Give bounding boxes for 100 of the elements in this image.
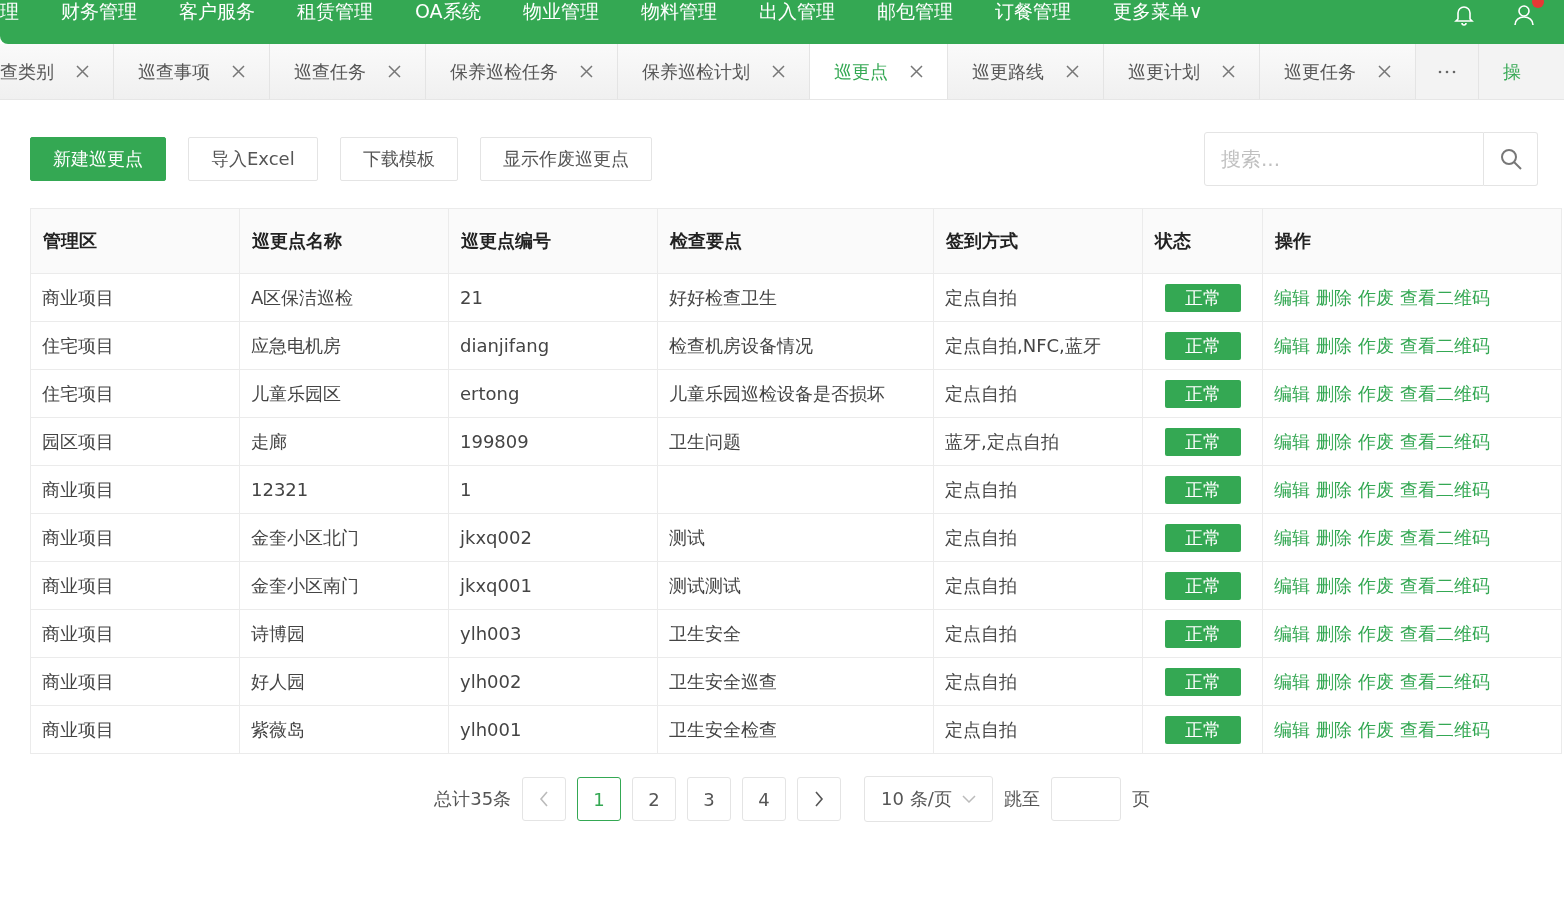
table-cell: 卫生安全检查 [657,705,934,754]
tab[interactable]: 保养巡检计划 [618,44,810,99]
menu-item[interactable]: 物料管理 [618,0,737,22]
action-link[interactable]: 查看二维码 [1400,333,1490,358]
table-cell: 儿童乐园区 [239,369,449,418]
menu-item[interactable]: 邮包管理 [854,0,973,22]
page-button[interactable]: 4 [742,777,787,821]
action-link[interactable]: 查看二维码 [1400,525,1490,550]
menu-item[interactable]: 财务管理 [39,0,157,22]
action-link[interactable]: 作废 [1358,285,1394,310]
tab[interactable]: 巡更任务 [1260,44,1416,99]
action-link[interactable]: 编辑 [1274,525,1310,550]
status-badge: 正常 [1164,619,1241,648]
menu-item[interactable]: 理 [0,0,39,22]
menu-item[interactable]: 更多菜单∨ [1090,0,1223,22]
total-count: 总计35条 [434,787,512,811]
action-link[interactable]: 作废 [1358,525,1394,550]
menu-item[interactable]: 租赁管理 [275,0,393,22]
search-field[interactable]: 搜索... [1204,132,1484,186]
bell-icon[interactable] [1454,4,1474,26]
action-link[interactable]: 查看二维码 [1400,717,1490,742]
action-link[interactable]: 作废 [1358,573,1394,598]
toolbar-button[interactable]: 下载模板 [339,137,458,181]
action-link[interactable]: 删除 [1316,333,1352,358]
action-link[interactable]: 删除 [1316,669,1352,694]
action-link[interactable]: 作废 [1358,669,1394,694]
action-link[interactable]: 删除 [1316,621,1352,646]
menu-item[interactable]: 客户服务 [157,0,275,22]
action-link[interactable]: 作废 [1358,621,1394,646]
tab[interactable]: 巡更计划 [1104,44,1260,99]
close-icon[interactable] [910,65,923,78]
page-button[interactable]: 1 [577,777,622,821]
action-link[interactable]: 查看二维码 [1400,381,1490,406]
action-link[interactable]: 查看二维码 [1400,573,1490,598]
close-icon[interactable] [1222,65,1235,78]
action-link[interactable]: 作废 [1358,717,1394,742]
close-icon[interactable] [580,65,593,78]
tab[interactable]: 操 [1503,59,1521,84]
action-link[interactable]: 编辑 [1274,621,1310,646]
tab[interactable]: 查类别 [0,44,114,99]
close-icon[interactable] [772,65,785,78]
tab[interactable]: 巡更点 [810,44,948,99]
search-button[interactable] [1484,132,1538,186]
column-header: 管理区 [30,208,240,274]
action-link[interactable]: 编辑 [1274,285,1310,310]
close-icon[interactable] [1378,65,1391,78]
action-link[interactable]: 查看二维码 [1400,429,1490,454]
table-cell: 商业项目 [30,657,240,706]
close-icon[interactable] [1066,65,1079,78]
action-link[interactable]: 删除 [1316,477,1352,502]
tab[interactable]: 巡更路线 [948,44,1104,99]
page-jump-field[interactable] [1050,777,1121,821]
user-icon[interactable] [1514,4,1534,26]
close-icon[interactable] [388,65,401,78]
toolbar-button[interactable]: 新建巡更点 [30,137,166,181]
action-link[interactable]: 编辑 [1274,717,1310,742]
status-badge: 正常 [1164,715,1241,744]
close-icon[interactable] [232,65,245,78]
action-link[interactable]: 删除 [1316,381,1352,406]
action-link[interactable]: 作废 [1358,381,1394,406]
action-link[interactable]: 编辑 [1274,573,1310,598]
menu-item[interactable]: 物业管理 [500,0,619,22]
tab[interactable]: 保养巡检任务 [426,44,618,99]
status-badge: 正常 [1164,571,1241,600]
menu-item[interactable]: 订餐管理 [972,0,1091,22]
page-button[interactable]: 3 [687,777,732,821]
tab[interactable]: 巡查事项 [114,44,270,99]
action-link[interactable]: 查看二维码 [1400,621,1490,646]
action-link[interactable]: 编辑 [1274,429,1310,454]
action-link[interactable]: 删除 [1316,285,1352,310]
action-link[interactable]: 作废 [1358,429,1394,454]
table-cell: 好人园 [239,657,449,706]
action-link[interactable]: 删除 [1316,429,1352,454]
action-link[interactable]: 作废 [1358,477,1394,502]
menu-item[interactable]: 出入管理 [736,0,855,22]
menu-item[interactable]: OA系统 [393,0,501,22]
action-link[interactable]: 删除 [1316,717,1352,742]
action-link[interactable]: 查看二维码 [1400,477,1490,502]
action-link[interactable]: 作废 [1358,333,1394,358]
action-link[interactable]: 删除 [1316,525,1352,550]
page-unit-label: 页 [1131,787,1150,811]
page-button[interactable]: 2 [632,777,677,821]
page-size-select[interactable]: 10 条/页 [864,776,993,822]
action-link[interactable]: 编辑 [1274,333,1310,358]
table-cell: 定点自拍 [933,273,1143,322]
toolbar-button[interactable]: 导入Excel [188,137,318,181]
close-icon[interactable] [76,65,89,78]
table-cell: dianjifang [448,321,658,370]
tab[interactable]: 巡查任务 [270,44,426,99]
action-link[interactable]: 编辑 [1274,477,1310,502]
search-icon [1498,147,1523,171]
action-link[interactable]: 编辑 [1274,381,1310,406]
table-cell: 定点自拍 [933,465,1143,514]
action-link[interactable]: 查看二维码 [1400,669,1490,694]
action-link[interactable]: 编辑 [1274,669,1310,694]
action-link[interactable]: 查看二维码 [1400,285,1490,310]
table-cell: 定点自拍,NFC,蓝牙 [933,321,1143,370]
toolbar-button[interactable]: 显示作废巡更点 [479,137,652,181]
action-link[interactable]: 删除 [1316,573,1352,598]
more-icon[interactable] [1438,69,1456,74]
